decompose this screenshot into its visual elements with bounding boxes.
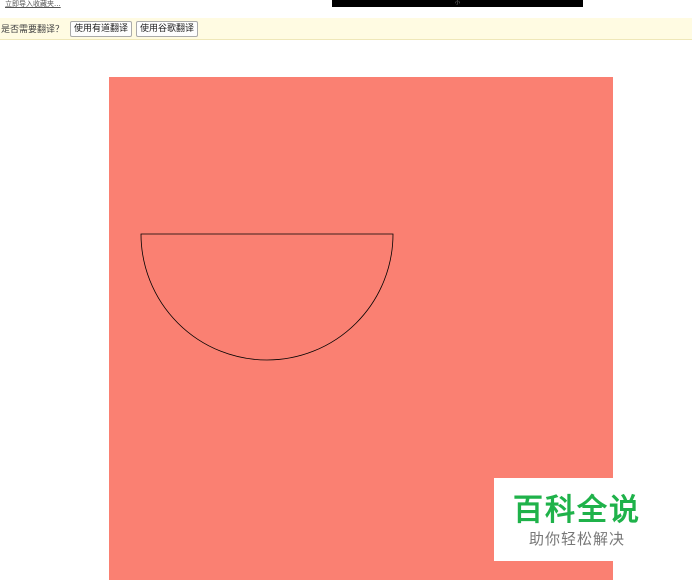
half-circle-shape	[140, 233, 394, 361]
youdao-translate-button[interactable]: 使用有道翻译	[70, 20, 133, 37]
watermark-logo: 百科全说 助你轻松解决	[494, 478, 660, 561]
translate-prompt: 是否需要翻译？	[1, 25, 65, 35]
google-translate-button[interactable]: 使用谷歌翻译	[136, 20, 199, 37]
translate-bar: 是否需要翻译？ 使用有道翻译 使用谷歌翻译	[0, 18, 692, 40]
import-favorites-link[interactable]: 立即导入收藏夹...	[5, 0, 61, 9]
top-banner: 小	[332, 0, 583, 7]
watermark-subtitle: 助你轻松解决	[528, 530, 625, 548]
watermark-title: 百科全说	[513, 493, 641, 528]
